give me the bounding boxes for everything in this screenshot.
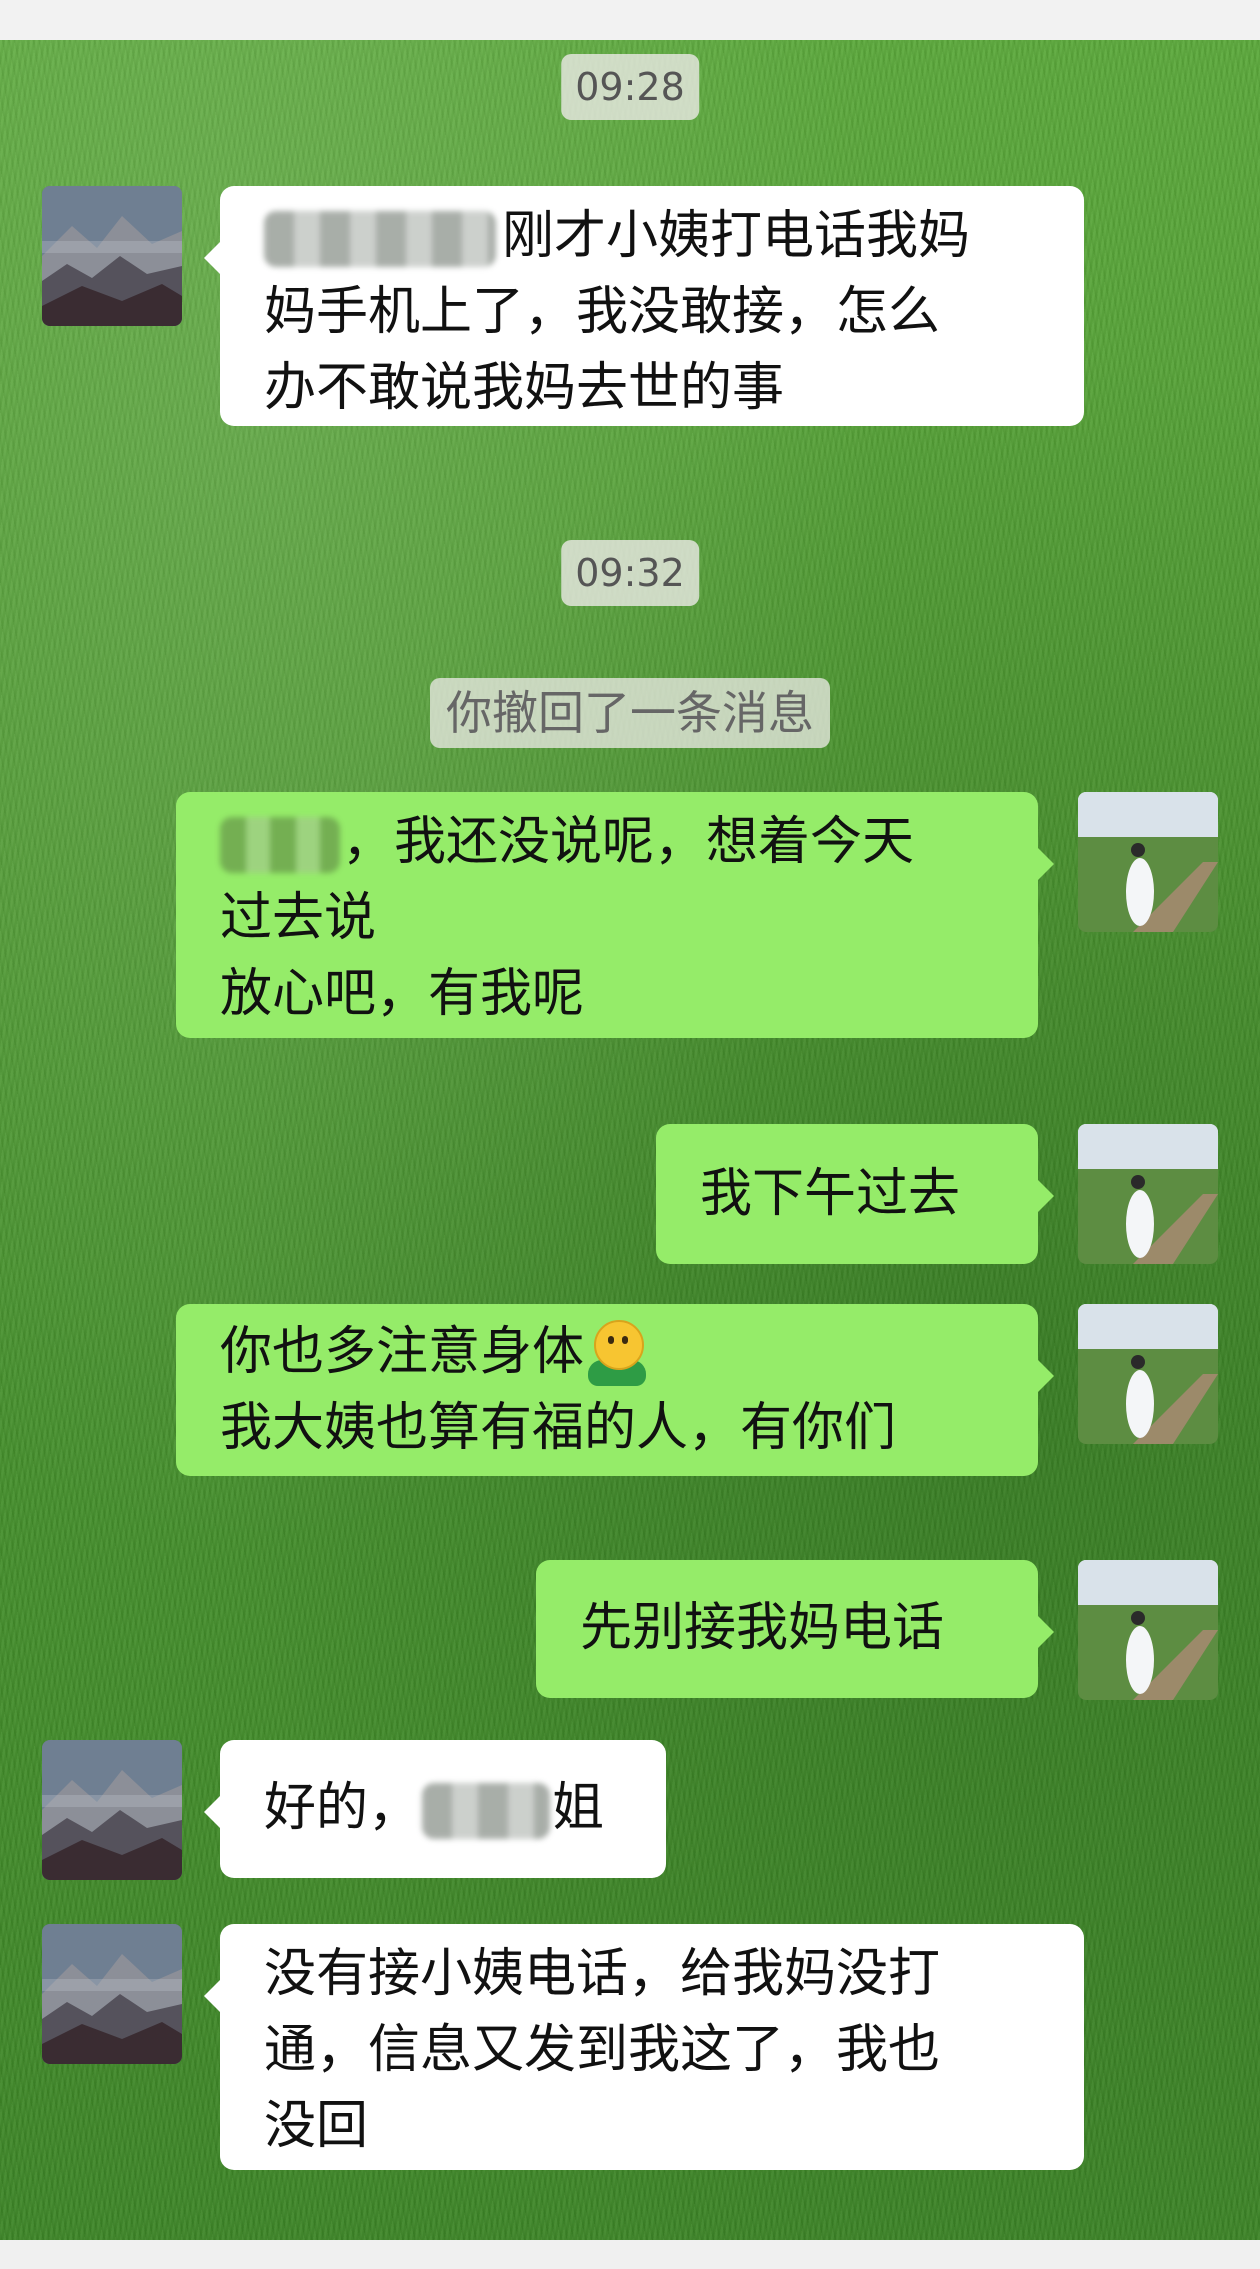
message-line: 好的， 姐 — [264, 1770, 622, 1846]
mountain-landscape-avatar-icon — [42, 186, 182, 326]
message-bubble-outgoing[interactable]: ，我还没说呢，想着今天 过去说 放心吧，有我呢 — [176, 792, 1054, 1038]
self-avatar[interactable] — [1078, 792, 1218, 932]
green-shirt-smiley-emoji-icon — [588, 1320, 648, 1390]
self-avatar[interactable] — [1078, 1560, 1218, 1700]
message-bubble-outgoing[interactable]: 我下午过去 — [656, 1124, 1054, 1264]
redacted-name — [422, 1783, 551, 1839]
message-bubble-outgoing[interactable]: 先别接我妈电话 — [536, 1560, 1054, 1698]
message-bubble-outgoing[interactable]: 你也多注意身体 我大姨也算有福的人，有你们 — [176, 1304, 1054, 1476]
message-text: ，我还没说呢，想着今天 — [342, 812, 915, 872]
message-text: 姐 — [552, 1778, 605, 1838]
chat-screen: 09:28 刚才小姨打电话我妈 妈手机上了，我没敢接，怎么 办不敢说我妈去世的事… — [0, 40, 1260, 2240]
message-text: 先别接我妈电话 — [580, 1598, 945, 1658]
message-line: 通，信息又发到我这了，我也 — [264, 2020, 941, 2080]
contact-avatar[interactable] — [42, 1924, 182, 2064]
mountain-landscape-avatar-icon — [42, 1924, 182, 2064]
woman-on-boardwalk-avatar-icon — [1078, 1560, 1218, 1700]
self-avatar[interactable] — [1078, 1124, 1218, 1264]
message-line: ，我还没说呢，想着今天 — [220, 804, 994, 880]
message-line: 没有接小姨电话，给我妈没打 — [264, 1944, 941, 2004]
contact-avatar[interactable] — [42, 1740, 182, 1880]
redacted-name — [264, 211, 496, 267]
woman-on-boardwalk-avatar-icon — [1078, 792, 1218, 932]
message-text: 好的， — [264, 1778, 421, 1838]
self-avatar[interactable] — [1078, 1304, 1218, 1444]
message-line: 你也多注意身体 — [220, 1314, 994, 1390]
message-line: 妈手机上了，我没敢接，怎么 — [264, 282, 941, 342]
mountain-landscape-avatar-icon — [42, 1740, 182, 1880]
message-line: 过去说 — [220, 888, 377, 948]
redacted-name — [220, 817, 340, 873]
message-line: 办不敢说我妈去世的事 — [264, 358, 785, 418]
message-bubble-incoming[interactable]: 好的， 姐 — [204, 1740, 666, 1878]
message-text: 我下午过去 — [700, 1164, 961, 1224]
message-bubble-incoming[interactable]: 刚才小姨打电话我妈 妈手机上了，我没敢接，怎么 办不敢说我妈去世的事 — [204, 186, 1084, 426]
message-line: 没回 — [264, 2096, 369, 2156]
timestamp: 09:32 — [561, 540, 699, 606]
woman-on-boardwalk-avatar-icon — [1078, 1124, 1218, 1264]
timestamp: 09:28 — [561, 54, 699, 120]
woman-on-boardwalk-avatar-icon — [1078, 1304, 1218, 1444]
screenshot-footer — [0, 2240, 1260, 2269]
message-line: 我大姨也算有福的人，有你们 — [220, 1398, 897, 1458]
contact-avatar[interactable] — [42, 186, 182, 326]
recall-notice: 你撤回了一条消息 — [430, 678, 830, 748]
message-text: 刚才小姨打电话我妈 — [502, 206, 971, 266]
message-bubble-incoming[interactable]: 没有接小姨电话，给我妈没打 通，信息又发到我这了，我也 没回 — [204, 1924, 1084, 2170]
message-line: 刚才小姨打电话我妈 — [264, 198, 1040, 274]
message-text: 你也多注意身体 — [220, 1322, 585, 1382]
message-line: 放心吧，有我呢 — [220, 964, 585, 1024]
